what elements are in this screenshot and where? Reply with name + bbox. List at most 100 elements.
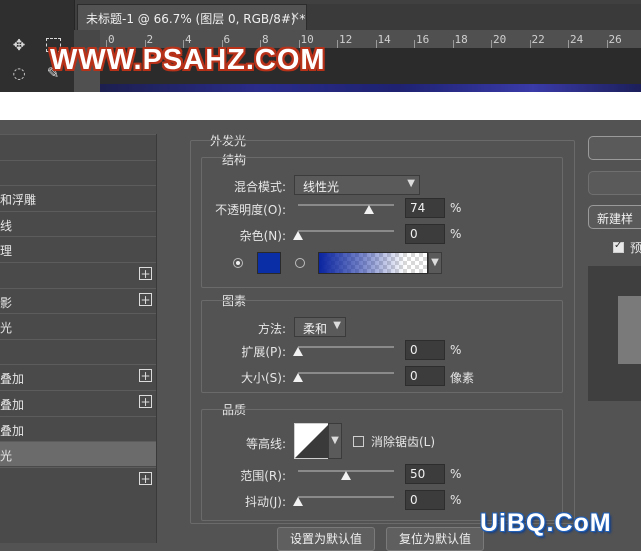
opacity-slider[interactable] <box>298 202 394 216</box>
noise-slider[interactable] <box>293 228 394 242</box>
reset-default-button[interactable]: 复位为默认值 <box>386 527 484 551</box>
style-list-item-label: 理 <box>0 244 13 259</box>
gradient-radio[interactable] <box>295 258 305 268</box>
range-input[interactable]: 50 <box>405 464 445 484</box>
style-list-item[interactable]: 叠加 + <box>0 390 156 415</box>
style-list-item[interactable] <box>0 159 156 185</box>
style-list-item-label: 影 <box>0 295 13 310</box>
glow-gradient-picker[interactable] <box>318 252 428 274</box>
spread-input[interactable]: 0 <box>405 340 445 360</box>
range-label: 范围(R): <box>240 469 286 483</box>
glow-color-swatch[interactable] <box>257 252 281 274</box>
style-list-item-label: 叠加 <box>0 423 25 438</box>
style-list-item[interactable]: 和浮雕 <box>0 185 156 210</box>
ruler-tick-label: 26 <box>608 33 622 46</box>
style-list-item[interactable] <box>0 134 156 159</box>
chevron-down-icon[interactable]: ▼ <box>428 252 442 274</box>
style-list-item[interactable]: + <box>0 262 156 287</box>
style-list-item[interactable]: 线 <box>0 210 156 236</box>
style-preview-swatch <box>618 296 641 364</box>
spread-label: 扩展(P): <box>241 345 286 359</box>
make-default-button[interactable]: 设置为默认值 <box>277 527 375 551</box>
workspace-top: ✥ ◌ ✎ 未标题-1 @ 66.7% (图层 0, RGB/8#) * × 0… <box>0 0 641 92</box>
technique-value: 柔和 <box>303 322 328 336</box>
antialias-label: 消除锯齿(L) <box>371 435 436 449</box>
technique-dropdown[interactable]: 柔和 ▼ <box>294 317 346 337</box>
range-slider[interactable] <box>298 468 394 482</box>
slider-track <box>298 496 394 498</box>
style-list-item[interactable]: 光 <box>0 441 156 467</box>
slider-thumb[interactable] <box>293 347 303 356</box>
style-list-item-label: 光 <box>0 321 13 336</box>
pixels-unit: 像素 <box>450 371 475 385</box>
noise-label: 杂色(N): <box>239 229 286 243</box>
style-list-item[interactable]: 叠加 + <box>0 364 156 389</box>
slider-thumb[interactable] <box>293 497 303 506</box>
ruler-tick-mark <box>452 40 454 48</box>
contour-label: 等高线: <box>245 437 286 451</box>
add-icon[interactable]: + <box>139 369 152 383</box>
noise-input[interactable]: 0 <box>405 224 445 244</box>
size-slider[interactable] <box>293 370 394 384</box>
slider-thumb[interactable] <box>293 231 303 240</box>
ruler-tick-mark <box>491 40 492 48</box>
new-style-label: 新建样 <box>597 212 634 226</box>
ruler-tick-label: 14 <box>377 33 391 46</box>
style-list-item-label: 叠加 <box>0 398 25 412</box>
style-list-item[interactable]: 影 + <box>0 287 156 313</box>
lasso-icon[interactable]: ◌ <box>8 62 30 84</box>
antialias-checkbox[interactable] <box>353 436 364 447</box>
percent-unit: % <box>450 467 462 481</box>
slider-thumb[interactable] <box>293 373 303 382</box>
ruler-tick-label: 18 <box>454 33 468 46</box>
style-list-item-label: 光 <box>0 449 13 464</box>
ruler-tick-label: 16 <box>416 33 430 46</box>
opacity-label: 不透明度(O): <box>215 203 286 217</box>
percent-unit: % <box>450 201 462 215</box>
layer-style-dialog: 和浮雕线理 + 影 + 光叠加 + 叠加 + 叠加光 + 外发光 结构 混合模式: 线性光 ▼ 不… <box>0 120 641 551</box>
style-list-item[interactable]: + <box>0 466 156 492</box>
close-icon[interactable]: × <box>290 9 300 23</box>
add-icon[interactable]: + <box>139 267 152 280</box>
canvas-image-strip <box>100 84 641 92</box>
slider-track <box>298 346 394 348</box>
jitter-slider[interactable] <box>293 494 394 508</box>
preview-checkbox[interactable] <box>613 240 624 253</box>
spread-slider[interactable] <box>293 344 394 358</box>
blend-mode-dropdown[interactable]: 线性光 ▼ <box>294 175 420 195</box>
chevron-down-icon[interactable]: ▼ <box>328 423 342 459</box>
noise-value: 0 <box>410 227 418 241</box>
style-list-item[interactable] <box>0 338 156 364</box>
size-value: 0 <box>410 369 418 383</box>
document-tab[interactable]: 未标题-1 @ 66.7% (图层 0, RGB/8#) * × <box>77 4 307 30</box>
new-style-button[interactable]: 新建样 <box>588 205 641 229</box>
chevron-down-icon: ▼ <box>333 320 341 331</box>
percent-unit: % <box>450 343 462 357</box>
color-radio[interactable] <box>233 258 243 268</box>
jitter-input[interactable]: 0 <box>405 490 445 510</box>
slider-thumb[interactable] <box>341 471 351 480</box>
technique-label: 方法: <box>257 322 286 336</box>
size-label: 大小(S): <box>240 371 286 385</box>
move-icon[interactable]: ✥ <box>8 34 30 56</box>
slider-track <box>298 372 394 374</box>
add-icon[interactable]: + <box>139 471 152 485</box>
ruler-tick-mark <box>414 40 415 48</box>
style-list-item[interactable]: 光 <box>0 313 156 338</box>
separator <box>0 92 641 120</box>
slider-thumb[interactable] <box>364 205 375 214</box>
style-list-item[interactable]: 叠加 <box>0 415 156 441</box>
add-icon[interactable]: + <box>139 292 152 306</box>
ruler-tick-mark <box>337 40 338 48</box>
opacity-input[interactable]: 74 <box>405 198 445 218</box>
size-input[interactable]: 0 <box>405 366 445 386</box>
ok-button[interactable] <box>588 136 641 160</box>
ruler-tick-label: 22 <box>531 33 545 46</box>
add-icon[interactable]: + <box>139 395 152 408</box>
cancel-button[interactable] <box>588 171 641 195</box>
contour-picker[interactable] <box>294 423 330 459</box>
styles-list: 和浮雕线理 + 影 + 光叠加 + 叠加 + 叠加光 + <box>0 134 157 543</box>
blend-mode-value: 线性光 <box>303 180 340 194</box>
style-list-item[interactable]: 理 <box>0 236 156 261</box>
watermark-logo: WWW.PSAHZ.COM <box>50 44 326 76</box>
